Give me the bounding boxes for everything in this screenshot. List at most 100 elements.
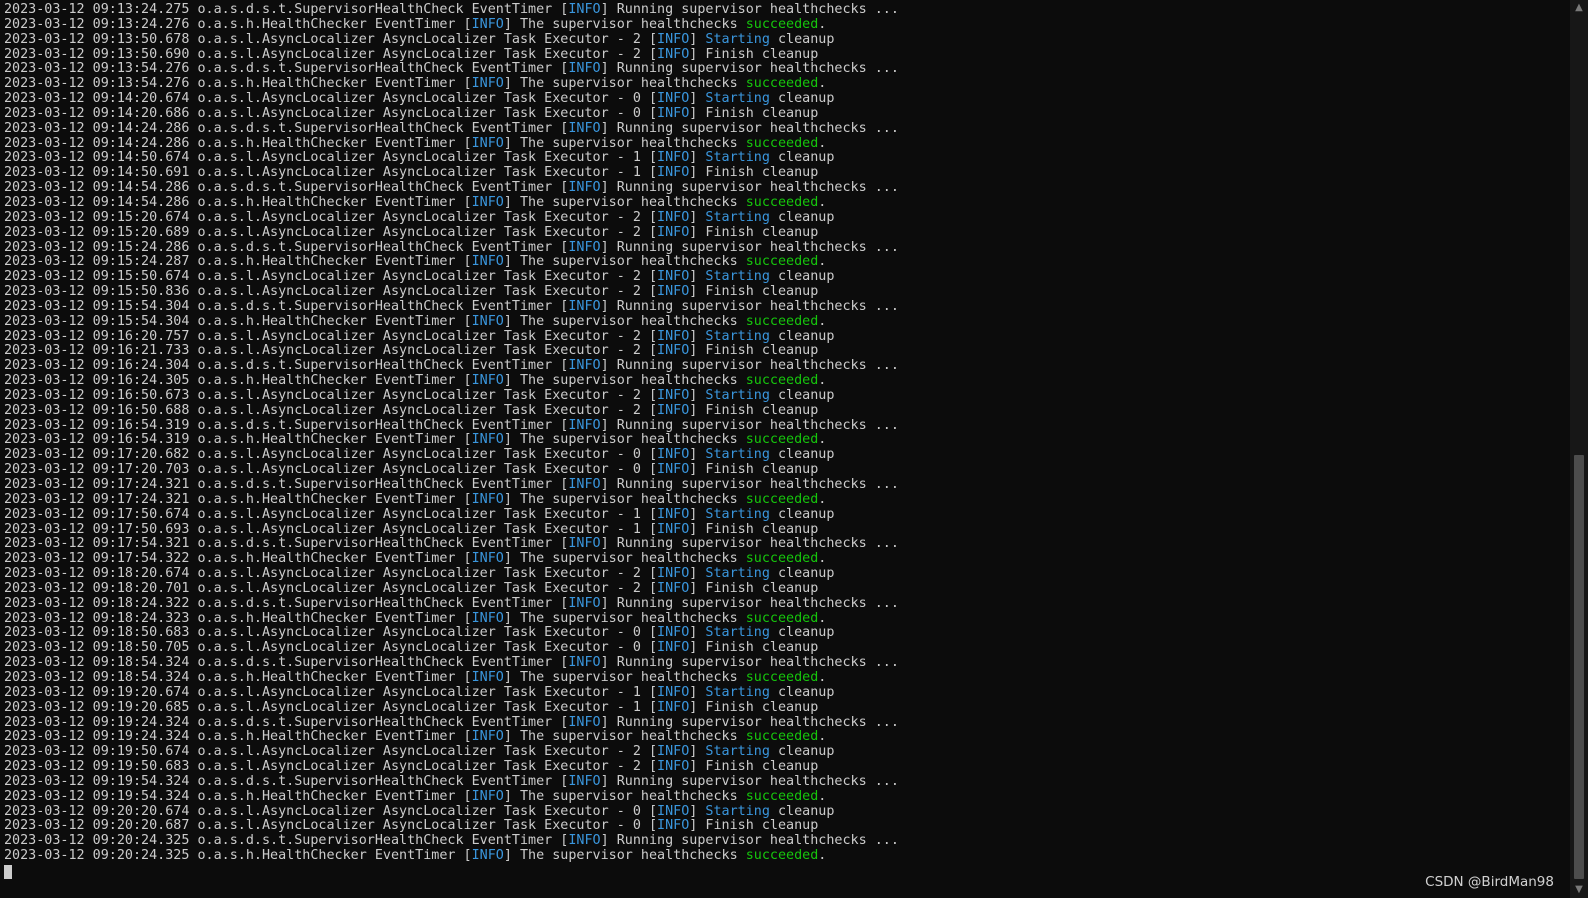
log-message: cleanup [769, 209, 835, 225]
log-tail: . [818, 848, 827, 864]
log-level: INFO [568, 833, 601, 849]
log-timestamp: 2023-03-12 09:13:24.276 [4, 16, 190, 32]
log-level: INFO [657, 402, 690, 418]
log-source: o.a.s.h.HealthChecker EventTimer [197, 610, 456, 626]
log-line: 2023-03-12 09:15:50.674 o.a.s.l.AsyncLoc… [4, 269, 835, 285]
log-timestamp: 2023-03-12 09:17:50.693 [4, 521, 190, 537]
log-timestamp: 2023-03-12 09:18:50.683 [4, 625, 190, 641]
log-level: INFO [568, 655, 601, 671]
terminal-window[interactable]: 2023-03-12 09:13:24.275 o.a.s.d.s.t.Supe… [0, 0, 1570, 898]
log-source: o.a.s.l.AsyncLocalizer AsyncLocalizer Ta… [197, 521, 641, 537]
log-timestamp: 2023-03-12 09:18:50.705 [4, 640, 190, 656]
log-level: INFO [657, 818, 690, 834]
log-line: 2023-03-12 09:16:54.319 o.a.s.h.HealthCh… [4, 432, 827, 448]
log-message: The supervisor healthchecks [519, 848, 746, 864]
log-output: 2023-03-12 09:13:24.275 o.a.s.d.s.t.Supe… [4, 2, 899, 879]
log-timestamp: 2023-03-12 09:19:54.324 [4, 773, 190, 789]
log-line: 2023-03-12 09:20:20.687 o.a.s.l.AsyncLoc… [4, 818, 819, 834]
log-timestamp: 2023-03-12 09:17:24.321 [4, 477, 190, 492]
log-line: 2023-03-12 09:18:24.323 o.a.s.h.HealthCh… [4, 610, 827, 626]
log-line: 2023-03-12 09:20:24.325 o.a.s.h.HealthCh… [4, 848, 827, 864]
log-source: o.a.s.l.AsyncLocalizer AsyncLocalizer Ta… [197, 105, 641, 121]
log-message: cleanup [769, 31, 835, 47]
log-keyword: Starting [705, 91, 770, 107]
log-timestamp: 2023-03-12 09:16:24.304 [4, 358, 190, 374]
scroll-up-icon[interactable]: ▲ [1570, 0, 1588, 16]
log-level: INFO [471, 76, 504, 92]
log-timestamp: 2023-03-12 09:20:24.325 [4, 848, 190, 864]
log-timestamp: 2023-03-12 09:13:50.678 [4, 31, 190, 47]
log-level: INFO [568, 714, 601, 730]
log-timestamp: 2023-03-12 09:15:54.304 [4, 313, 190, 329]
log-keyword: Starting [705, 31, 770, 47]
log-source: o.a.s.l.AsyncLocalizer AsyncLocalizer Ta… [197, 744, 641, 760]
log-source: o.a.s.d.s.t.SupervisorHealthCheck EventT… [197, 536, 553, 552]
log-line: 2023-03-12 09:14:20.686 o.a.s.l.AsyncLoc… [4, 105, 819, 121]
log-level: INFO [657, 462, 690, 478]
log-source: o.a.s.d.s.t.SupervisorHealthCheck EventT… [197, 477, 553, 492]
log-line: 2023-03-12 09:15:50.836 o.a.s.l.AsyncLoc… [4, 284, 819, 300]
log-level: INFO [657, 447, 690, 463]
log-source: o.a.s.h.HealthChecker EventTimer [197, 76, 456, 92]
log-source: o.a.s.l.AsyncLocalizer AsyncLocalizer Ta… [197, 818, 641, 834]
log-tail: . [818, 610, 827, 626]
log-timestamp: 2023-03-12 09:19:50.674 [4, 744, 190, 760]
log-line: 2023-03-12 09:14:54.286 o.a.s.d.s.t.Supe… [4, 180, 899, 196]
log-message: The supervisor healthchecks [519, 729, 746, 745]
log-level: INFO [471, 313, 504, 329]
log-source: o.a.s.l.AsyncLocalizer AsyncLocalizer Ta… [197, 165, 641, 181]
log-tail: . [818, 373, 827, 389]
log-timestamp: 2023-03-12 09:14:20.674 [4, 91, 190, 107]
log-level: INFO [657, 224, 690, 240]
log-source: o.a.s.l.AsyncLocalizer AsyncLocalizer Ta… [197, 640, 641, 656]
log-source: o.a.s.h.HealthChecker EventTimer [197, 551, 456, 567]
log-status: succeeded [745, 16, 819, 32]
log-level: INFO [657, 387, 690, 403]
log-timestamp: 2023-03-12 09:14:24.286 [4, 135, 190, 151]
log-level: INFO [657, 759, 690, 775]
log-line: 2023-03-12 09:14:50.691 o.a.s.l.AsyncLoc… [4, 165, 819, 181]
log-message: cleanup [769, 328, 835, 344]
scroll-down-icon[interactable]: ▼ [1570, 882, 1588, 898]
log-level: INFO [657, 744, 690, 760]
log-timestamp: 2023-03-12 09:17:50.674 [4, 506, 190, 522]
log-message: cleanup [769, 506, 835, 522]
log-message: Finish cleanup [705, 640, 819, 656]
log-source: o.a.s.h.HealthChecker EventTimer [197, 373, 456, 389]
log-level: INFO [471, 373, 504, 389]
log-message: The supervisor healthchecks [519, 254, 746, 270]
log-line: 2023-03-12 09:17:50.674 o.a.s.l.AsyncLoc… [4, 506, 835, 522]
log-message: Finish cleanup [705, 759, 819, 775]
log-message: cleanup [769, 91, 835, 107]
log-level: INFO [568, 120, 601, 136]
log-timestamp: 2023-03-12 09:14:24.286 [4, 120, 190, 136]
scrollbar-thumb[interactable] [1574, 455, 1584, 879]
log-source: o.a.s.d.s.t.SupervisorHealthCheck EventT… [197, 833, 553, 849]
log-level: INFO [657, 343, 690, 359]
log-message: Running supervisor healthchecks ... [616, 655, 899, 671]
log-keyword: Starting [705, 387, 770, 403]
log-timestamp: 2023-03-12 09:20:20.674 [4, 803, 190, 819]
log-source: o.a.s.l.AsyncLocalizer AsyncLocalizer Ta… [197, 224, 641, 240]
log-timestamp: 2023-03-12 09:19:54.324 [4, 788, 190, 804]
vertical-scrollbar[interactable]: ▲ ▼ [1570, 0, 1588, 898]
log-timestamp: 2023-03-12 09:15:50.836 [4, 284, 190, 300]
log-message: cleanup [769, 803, 835, 819]
cursor [4, 864, 12, 879]
log-timestamp: 2023-03-12 09:20:24.325 [4, 833, 190, 849]
log-source: o.a.s.h.HealthChecker EventTimer [197, 848, 456, 864]
log-status: succeeded [745, 194, 819, 210]
log-timestamp: 2023-03-12 09:16:24.305 [4, 373, 190, 389]
log-timestamp: 2023-03-12 09:15:20.689 [4, 224, 190, 240]
log-keyword: Starting [705, 328, 770, 344]
log-line: 2023-03-12 09:14:24.286 o.a.s.h.HealthCh… [4, 135, 827, 151]
log-tail: . [818, 16, 827, 32]
log-line: 2023-03-12 09:15:54.304 o.a.s.h.HealthCh… [4, 313, 827, 329]
log-message: Running supervisor healthchecks ... [616, 2, 899, 17]
log-level: INFO [657, 269, 690, 285]
log-keyword: Starting [705, 209, 770, 225]
log-source: o.a.s.d.s.t.SupervisorHealthCheck EventT… [197, 714, 553, 730]
log-tail: . [818, 194, 827, 210]
log-source: o.a.s.h.HealthChecker EventTimer [197, 432, 456, 448]
log-message: cleanup [769, 387, 835, 403]
